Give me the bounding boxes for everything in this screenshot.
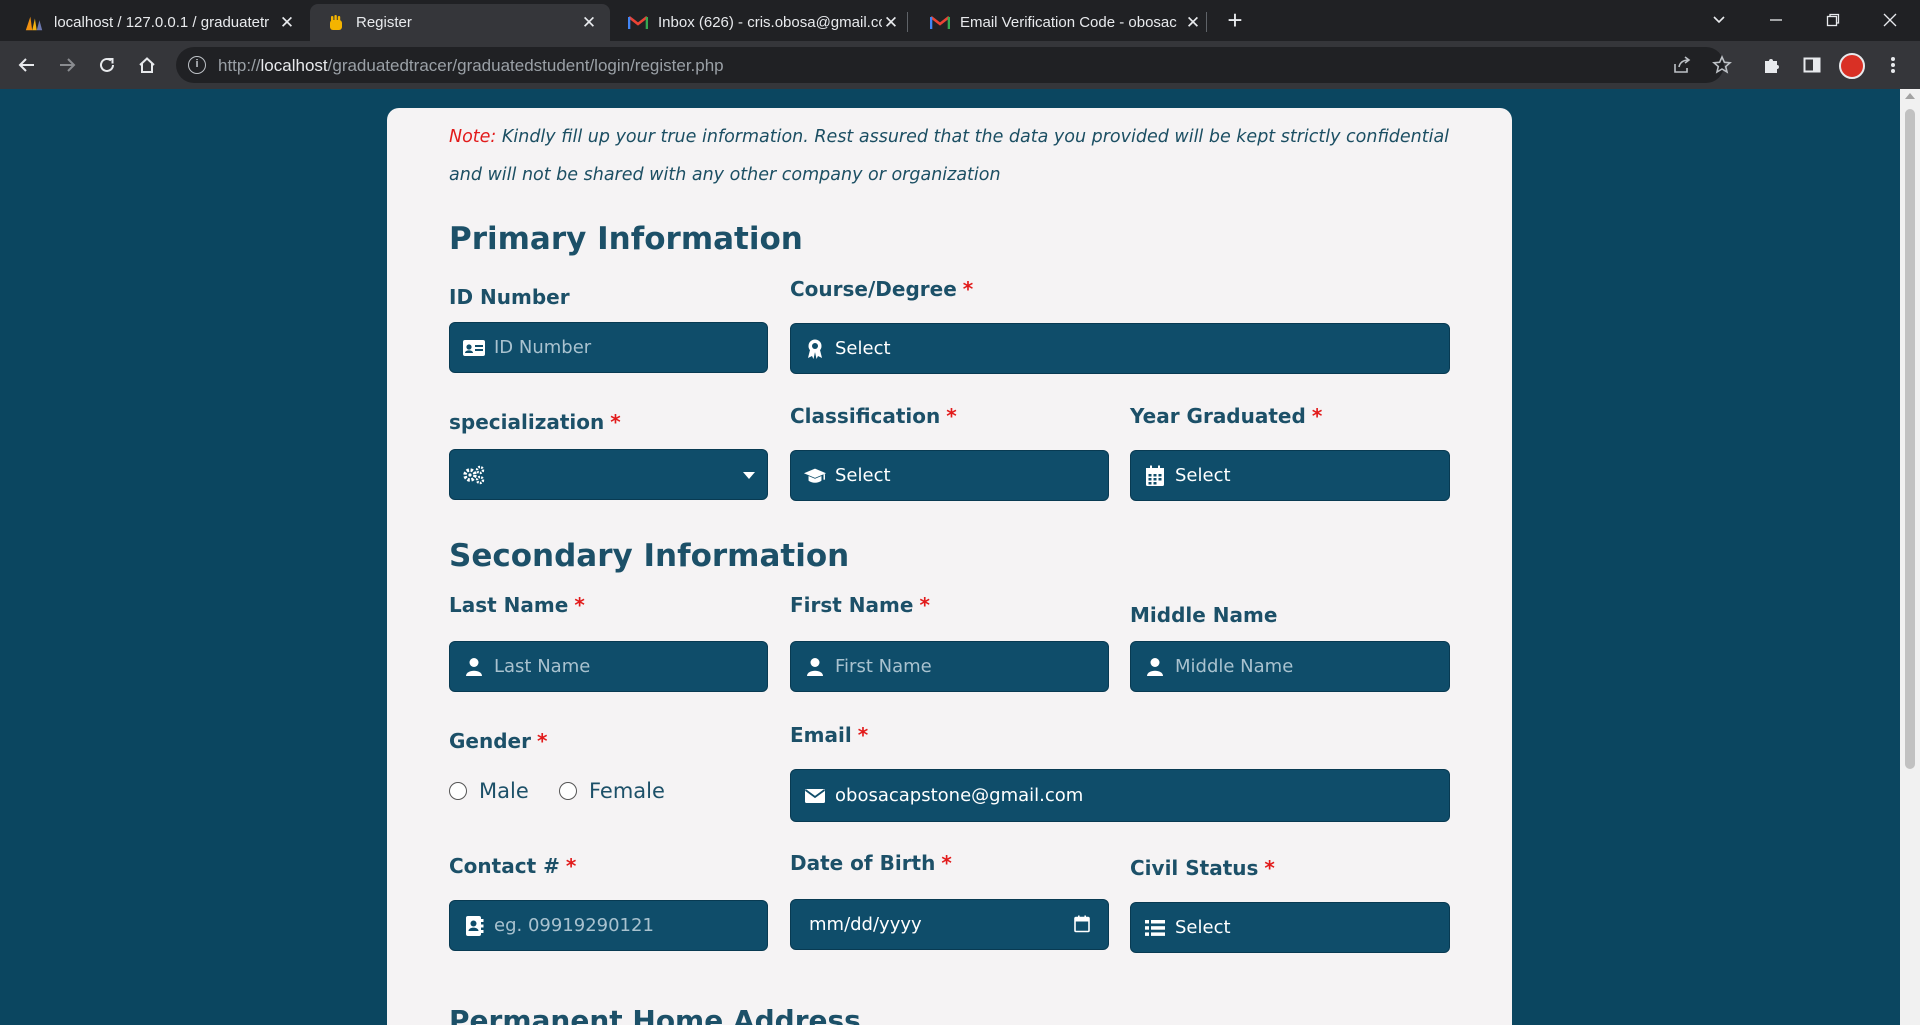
scrollbar-thumb[interactable]	[1905, 109, 1915, 769]
gender-male-radio[interactable]: Male	[449, 779, 529, 803]
year-graduated-label: Year Graduated *	[1130, 404, 1323, 428]
gender-label: Gender *	[449, 729, 548, 753]
user-icon	[462, 655, 486, 679]
address-book-icon	[462, 914, 486, 938]
award-icon	[803, 337, 827, 361]
back-arrow-icon	[18, 58, 34, 72]
hand-icon	[326, 13, 346, 33]
page-scrollbar[interactable]	[1900, 89, 1920, 1025]
menu-button[interactable]	[1877, 49, 1909, 81]
year-graduated-select[interactable]: Select	[1130, 450, 1450, 501]
civil-status-select[interactable]: Select	[1130, 902, 1450, 953]
contact-number-label: Contact # *	[449, 854, 577, 878]
classification-label: Classification *	[790, 404, 957, 428]
tab-phpmyadmin[interactable]: localhost / 127.0.0.1 / graduatetr ✕	[8, 4, 308, 41]
tab-title: Inbox (626) - cris.obosa@gmail.co	[658, 14, 882, 31]
specialization-select[interactable]	[449, 449, 768, 500]
back-button[interactable]	[11, 49, 43, 81]
email-input[interactable]: obosacapstone@gmail.com	[790, 769, 1450, 822]
dropdown-caret-icon	[743, 472, 755, 479]
secondary-information-title: Secondary Information	[449, 538, 850, 574]
list-icon	[1143, 916, 1167, 940]
bookmark-star-icon[interactable]	[1712, 55, 1732, 80]
calendar-icon	[1143, 464, 1167, 488]
puzzle-icon	[1765, 59, 1779, 73]
address-bar[interactable]: i http://localhost/graduatedtracer/gradu…	[176, 47, 1732, 83]
email-label: Email *	[790, 723, 869, 747]
last-name-label: Last Name *	[449, 593, 585, 617]
tab-search-button[interactable]	[1691, 0, 1747, 41]
primary-information-title: Primary Information	[449, 221, 803, 257]
middle-name-input[interactable]: Middle Name	[1130, 641, 1450, 692]
course-degree-label: Course/Degree *	[790, 277, 974, 301]
share-icon[interactable]	[1672, 55, 1692, 80]
phpmyadmin-icon	[24, 13, 44, 33]
radio-circle[interactable]	[559, 782, 577, 800]
home-icon	[139, 57, 155, 73]
note-text: Kindly fill up your true information. Re…	[449, 127, 1450, 185]
tab-separator	[1206, 12, 1207, 32]
id-number-label: ID Number	[449, 285, 570, 309]
close-icon[interactable]: ✕	[1184, 13, 1202, 33]
profile-avatar[interactable]	[1839, 53, 1865, 79]
side-panel-button[interactable]	[1796, 49, 1828, 81]
url-text: http://localhost/graduatedtracer/graduat…	[218, 56, 724, 75]
gmail-icon	[930, 13, 950, 33]
site-info-icon[interactable]: i	[188, 56, 206, 74]
middle-name-label: Middle Name	[1130, 603, 1278, 627]
tab-title: localhost / 127.0.0.1 / graduatetr	[54, 14, 270, 31]
close-icon[interactable]: ✕	[278, 13, 296, 33]
forward-arrow-icon	[60, 58, 76, 72]
contact-number-input[interactable]: eg. 09919290121	[449, 900, 768, 951]
new-tab-button[interactable]: +	[1221, 6, 1249, 34]
close-window-button[interactable]	[1862, 0, 1918, 41]
date-of-birth-input[interactable]: mm/dd/yyyy	[790, 899, 1109, 950]
restore-button[interactable]	[1805, 0, 1861, 41]
forward-button[interactable]	[51, 49, 83, 81]
tab-register[interactable]: Register ✕	[310, 4, 610, 41]
tab-gmail-inbox[interactable]: Inbox (626) - cris.obosa@gmail.co ✕	[612, 4, 912, 41]
specialization-label: specialization *	[449, 410, 621, 434]
home-button[interactable]	[131, 49, 163, 81]
user-icon	[803, 655, 827, 679]
permanent-home-address-title: Permanent Home Address	[449, 1004, 861, 1025]
id-number-input[interactable]: ID Number	[449, 322, 768, 373]
radio-circle[interactable]	[449, 782, 467, 800]
gears-icon	[462, 463, 486, 487]
id-card-icon	[462, 336, 486, 360]
envelope-icon	[803, 784, 827, 808]
close-icon[interactable]: ✕	[580, 13, 598, 33]
tab-title: Email Verification Code - obosac	[960, 14, 1177, 31]
privacy-note: Note: Kindly fill up your true informati…	[449, 118, 1459, 194]
classification-select[interactable]: Select	[790, 450, 1109, 501]
tab-gmail-verification[interactable]: Email Verification Code - obosac ✕	[914, 4, 1214, 41]
reload-icon	[100, 57, 114, 72]
user-icon	[1143, 655, 1167, 679]
extensions-button[interactable]	[1756, 49, 1788, 81]
graduation-cap-icon	[803, 464, 827, 488]
reload-button[interactable]	[91, 49, 123, 81]
first-name-input[interactable]: First Name	[790, 641, 1109, 692]
gender-female-radio[interactable]: Female	[559, 779, 665, 803]
tab-separator	[907, 12, 908, 32]
note-label: Note:	[449, 127, 497, 147]
date-of-birth-label: Date of Birth *	[790, 851, 952, 875]
gmail-icon	[628, 13, 648, 33]
first-name-label: First Name *	[790, 593, 930, 617]
side-panel-icon	[1803, 57, 1821, 73]
close-icon[interactable]: ✕	[882, 13, 900, 33]
scroll-up-arrow-icon[interactable]	[1905, 93, 1915, 99]
tab-title: Register	[356, 14, 412, 31]
course-degree-select[interactable]: Select	[790, 323, 1450, 374]
last-name-input[interactable]: Last Name	[449, 641, 768, 692]
browser-tab-bar: localhost / 127.0.0.1 / graduatetr ✕ Reg…	[0, 0, 1920, 41]
kebab-menu-icon	[1891, 57, 1895, 73]
civil-status-label: Civil Status *	[1130, 856, 1275, 880]
minimize-button[interactable]	[1748, 0, 1804, 41]
calendar-picker-icon[interactable]	[1074, 915, 1090, 938]
browser-toolbar: i http://localhost/graduatedtracer/gradu…	[0, 41, 1920, 89]
